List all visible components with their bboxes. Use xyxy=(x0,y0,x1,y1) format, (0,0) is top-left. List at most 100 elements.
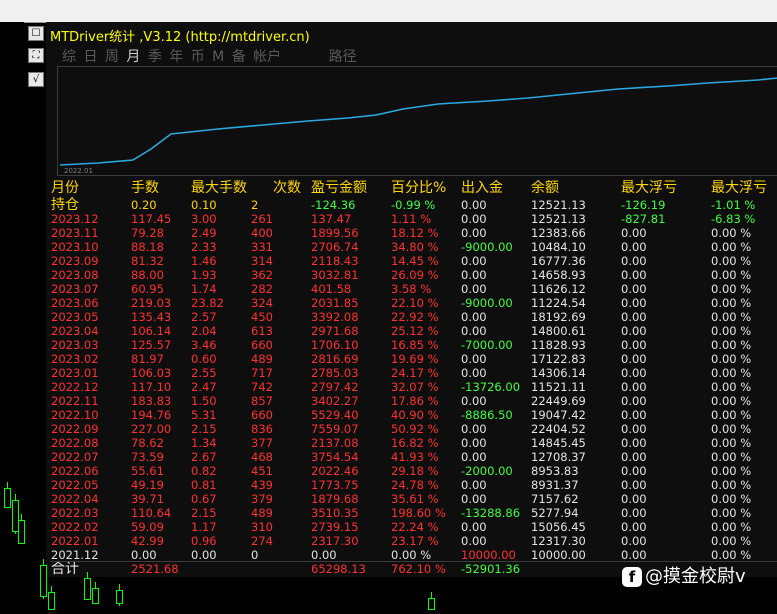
count-cell: 310 xyxy=(251,520,273,534)
balance-cell: 11521.11 xyxy=(531,380,586,394)
candle-body xyxy=(116,590,123,604)
max-float-loss-cell: 0.00 xyxy=(621,436,647,450)
pct-cell: 18.12 % xyxy=(391,226,439,240)
table-row: 2023.02 81.97 0.60 489 2816.69 19.69 % 0.00 171… xyxy=(50,352,777,366)
lots-cell: 39.71 xyxy=(131,492,164,506)
tab-year[interactable]: 年 xyxy=(169,46,183,66)
count-cell: 613 xyxy=(251,324,273,338)
lots-cell: 110.64 xyxy=(131,506,172,520)
max-float-loss-pct-cell: 0.00 % xyxy=(711,366,752,380)
pnl-cell: 0.00 xyxy=(311,548,337,562)
pct-cell: 22.24 % xyxy=(391,520,439,534)
tab-account[interactable]: 帐户 xyxy=(253,46,281,66)
pnl-cell: 3032.81 xyxy=(311,268,359,282)
max-lots-cell: 0.67 xyxy=(191,492,217,506)
max-float-loss-cell: 0.00 xyxy=(621,408,647,422)
column-header-max-float-loss-pct: 最大浮亏 xyxy=(711,180,767,196)
tab-summary[interactable]: 综 xyxy=(62,46,76,66)
lots-cell: 78.62 xyxy=(131,436,164,450)
max-float-loss-pct-cell: 0.00 % xyxy=(711,548,752,562)
lots-cell: 194.76 xyxy=(131,408,172,422)
column-header-flow: 出入金 xyxy=(461,180,503,196)
max-float-loss-pct-cell: 0.00 % xyxy=(711,240,752,254)
flow-cell: 0.00 xyxy=(461,352,487,366)
max-lots-cell: 2.49 xyxy=(191,226,217,240)
month-cell: 2023.06 xyxy=(51,296,99,310)
max-float-loss-pct-cell: 0.00 % xyxy=(711,534,752,548)
flow-cell: 10000.00 xyxy=(461,548,516,562)
column-header-month: 月份 xyxy=(51,180,79,196)
candle-body xyxy=(428,598,435,610)
tab-currency[interactable]: 币 xyxy=(191,46,205,66)
tab-backup[interactable]: 备 xyxy=(232,46,246,66)
max-lots-cell: 3.00 xyxy=(191,212,217,226)
flow-cell: 0.00 xyxy=(461,226,487,240)
max-lots-cell: 1.50 xyxy=(191,394,217,408)
month-cell: 2022.10 xyxy=(51,408,99,422)
pct-cell: 14.45 % xyxy=(391,254,439,268)
month-cell: 2023.12 xyxy=(51,212,99,226)
flow-cell: 0.00 xyxy=(461,520,487,534)
lots-cell: 88.18 xyxy=(131,240,164,254)
count-cell: 282 xyxy=(251,282,273,296)
tab-m[interactable]: M xyxy=(212,49,224,65)
tab-quarter[interactable]: 季 xyxy=(148,46,162,66)
balance-cell: 12521.13 xyxy=(531,198,586,212)
count-cell: 314 xyxy=(251,254,273,268)
flow-cell: 0.00 xyxy=(461,436,487,450)
count-cell: 400 xyxy=(251,226,273,240)
balance-cell: 18192.69 xyxy=(531,310,586,324)
tab-path[interactable]: 路径 xyxy=(329,46,357,66)
table-row: 2022.06 55.61 0.82 451 2022.46 29.18 % -2000.0… xyxy=(50,464,777,478)
lots-cell: 183.83 xyxy=(131,394,172,408)
count-cell: 451 xyxy=(251,464,273,478)
max-float-loss-cell: 0.00 xyxy=(621,548,647,562)
candle-body xyxy=(92,588,99,604)
month-cell: 2022.05 xyxy=(51,478,99,492)
minimize-button[interactable]: ☐ xyxy=(28,26,44,41)
table-row: 2022.08 78.62 1.34 377 2137.08 16.82 % 0.00 148… xyxy=(50,436,777,450)
pct-cell: 16.82 % xyxy=(391,436,439,450)
table-row: 2023.04 106.14 2.04 613 2971.68 25.12 % 0.00 14… xyxy=(50,324,777,338)
balance-cell: 17122.83 xyxy=(531,352,586,366)
month-cell: 2021.12 xyxy=(51,548,99,562)
max-lots-cell: 0.81 xyxy=(191,478,217,492)
pnl-cell: 2706.74 xyxy=(311,240,359,254)
period-tabs: 综 日 周 月 季 年 币 M 备 帐户 路径 xyxy=(62,46,360,66)
pct-cell: 50.92 % xyxy=(391,422,439,436)
count-cell: 836 xyxy=(251,422,273,436)
balance-cell: 14306.14 xyxy=(531,366,586,380)
pct-cell: 16.85 % xyxy=(391,338,439,352)
pct-cell: 32.07 % xyxy=(391,380,439,394)
max-lots-cell: 0.82 xyxy=(191,464,217,478)
pct-cell: 40.90 % xyxy=(391,408,439,422)
month-cell: 2023.02 xyxy=(51,352,99,366)
tab-week[interactable]: 周 xyxy=(105,46,119,66)
table-row: 2023.06 219.03 23.82 324 2031.85 22.10 % -9000… xyxy=(50,296,777,310)
table-row: 2022.07 73.59 2.67 468 3754.54 41.93 % 0.00 127… xyxy=(50,450,777,464)
count-cell: 324 xyxy=(251,296,273,310)
month-cell: 2023.05 xyxy=(51,310,99,324)
detach-button[interactable]: ⛶ xyxy=(28,48,44,63)
table-row: 2022.02 59.09 1.17 310 2739.15 22.24 % 0.00 150… xyxy=(50,520,777,534)
max-lots-cell: 5.31 xyxy=(191,408,217,422)
table-row: 2023.10 88.18 2.33 331 2706.74 34.80 % -9000.0… xyxy=(50,240,777,254)
watermark-text: @摸金校尉v xyxy=(645,566,746,587)
count-cell: 489 xyxy=(251,506,273,520)
pnl-cell: 401.58 xyxy=(311,282,352,296)
max-float-loss-pct-cell: 0.00 % xyxy=(711,436,752,450)
table-row: 2023.08 88.00 1.93 362 3032.81 26.09 % 0.00 146… xyxy=(50,268,777,282)
balance-cell: 10484.10 xyxy=(531,240,586,254)
confirm-button[interactable]: √ xyxy=(28,72,44,87)
max-float-loss-cell: 0.00 xyxy=(621,492,647,506)
max-float-loss-pct-cell: 0.00 % xyxy=(711,450,752,464)
max-float-loss-cell: 0.00 xyxy=(621,422,647,436)
column-header-count: 次数 xyxy=(273,180,301,196)
max-float-loss-pct-cell: 0.00 % xyxy=(711,506,752,520)
tab-month[interactable]: 月 xyxy=(126,46,140,66)
total-lots: 2521.68 xyxy=(131,562,179,576)
balance-cell: 12317.30 xyxy=(531,534,586,548)
lots-cell: 135.43 xyxy=(131,310,172,324)
pnl-cell: 2118.43 xyxy=(311,254,359,268)
tab-day[interactable]: 日 xyxy=(83,46,97,66)
